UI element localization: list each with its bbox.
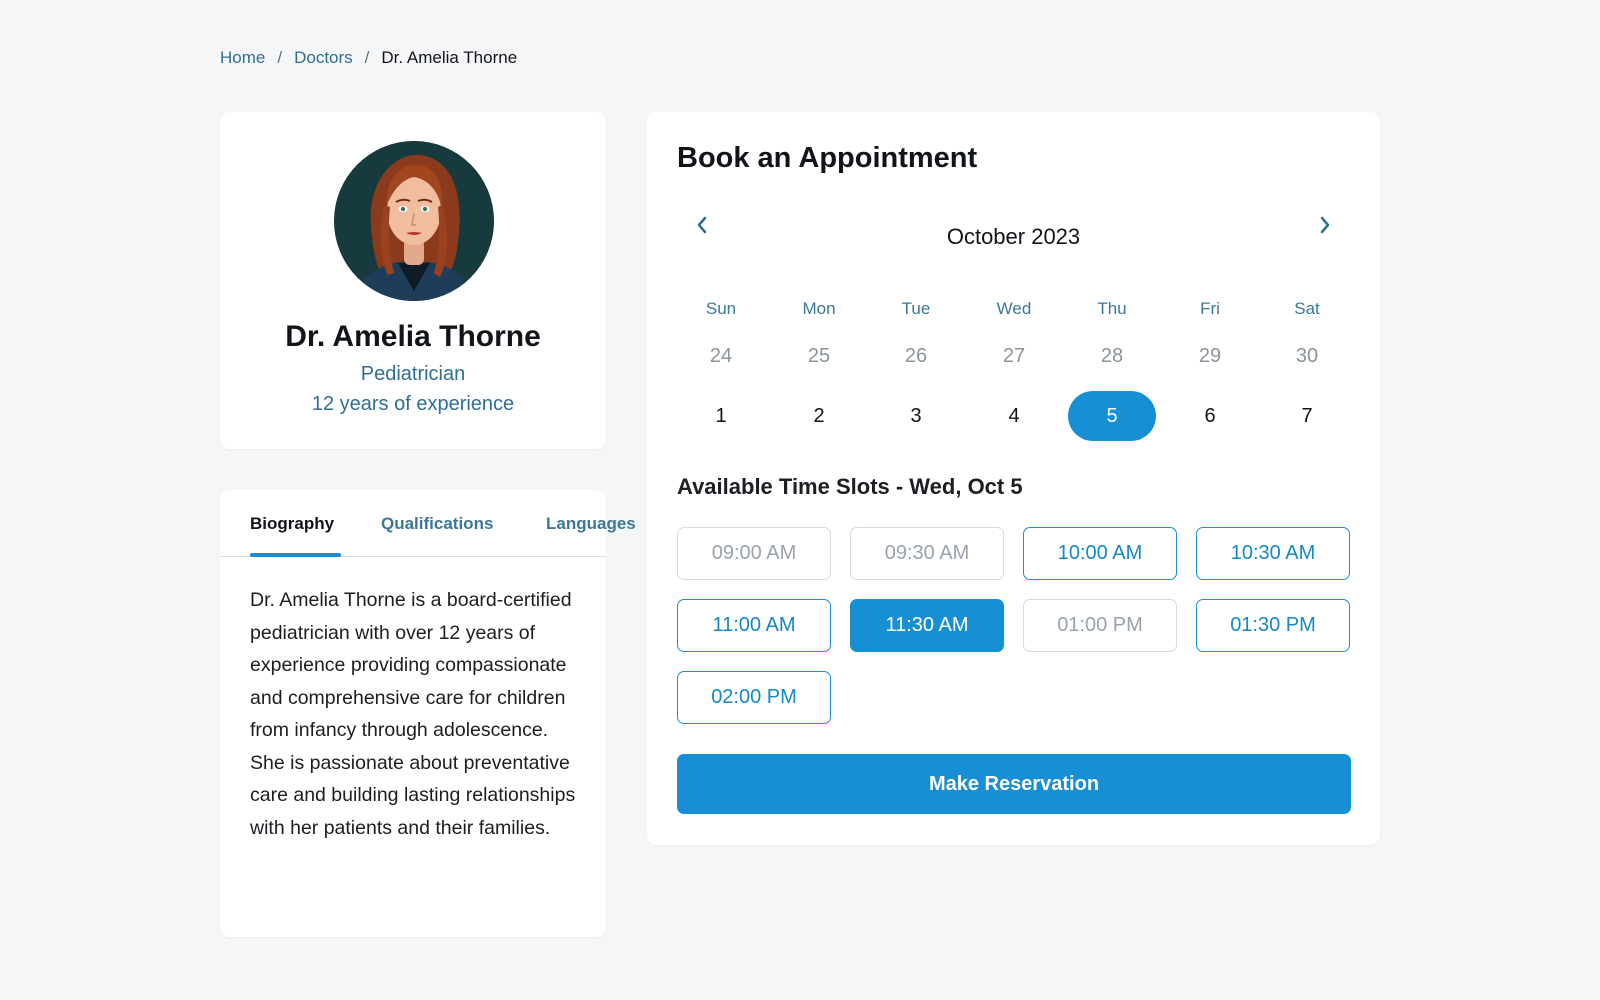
time-slot-unavailable: 09:30 AM — [850, 527, 1004, 580]
calendar-day[interactable]: 1 — [677, 391, 765, 441]
calendar-day-selected[interactable]: 5 — [1068, 391, 1156, 441]
breadcrumb-current: Dr. Amelia Thorne — [381, 48, 518, 67]
calendar-day[interactable]: 6 — [1166, 391, 1254, 441]
weekday-label: Tue — [901, 299, 931, 318]
booking-title: Book an Appointment — [677, 142, 978, 174]
calendar-day-outside-month: 28 — [1100, 345, 1124, 367]
calendar-day[interactable]: 2 — [775, 391, 863, 441]
next-month-button[interactable] — [1310, 210, 1340, 240]
breadcrumb-doctors-link[interactable]: Doctors — [294, 48, 353, 68]
doctor-experience: 12 years of experience — [311, 393, 515, 415]
booking-card: Book an Appointment October 2023 Sun Mon… — [647, 112, 1380, 845]
weekday-label: Sat — [1294, 299, 1320, 318]
time-slot-selected[interactable]: 11:30 AM — [850, 599, 1004, 652]
time-slot[interactable]: 10:00 AM — [1023, 527, 1177, 580]
breadcrumb-home-link[interactable]: Home — [220, 48, 265, 68]
calendar-day[interactable]: 3 — [872, 391, 960, 441]
time-slot-unavailable: 01:00 PM — [1023, 599, 1177, 652]
calendar-day-outside-month: 25 — [807, 345, 831, 367]
weekday-label: Wed — [996, 299, 1032, 318]
tab-qualifications[interactable]: Qualifications — [381, 514, 493, 534]
time-slot[interactable]: 01:30 PM — [1196, 599, 1350, 652]
breadcrumb-separator: / — [364, 48, 370, 67]
weekday-label: Thu — [1097, 299, 1127, 318]
time-slot[interactable]: 10:30 AM — [1196, 527, 1350, 580]
doctor-specialty: Pediatrician — [360, 363, 466, 385]
calendar-day[interactable]: 4 — [970, 391, 1058, 441]
time-slots-title: Available Time Slots - Wed, Oct 5 — [677, 474, 1023, 499]
chevron-right-icon — [1320, 216, 1330, 234]
calendar-day-outside-month: 26 — [904, 345, 928, 367]
calendar-day-outside-month: 27 — [1002, 345, 1026, 367]
make-reservation-button[interactable]: Make Reservation — [677, 754, 1351, 814]
weekday-label: Fri — [1200, 299, 1220, 318]
tab-biography[interactable]: Biography — [250, 514, 334, 534]
time-slot[interactable]: 02:00 PM — [677, 671, 831, 724]
calendar-day[interactable]: 7 — [1263, 391, 1351, 441]
calendar-month-label: October 2023 — [946, 224, 1081, 249]
time-slot[interactable]: 11:00 AM — [677, 599, 831, 652]
tab-languages[interactable]: Languages — [546, 514, 636, 534]
calendar-day-outside-month: 29 — [1198, 345, 1222, 367]
biography-text: Dr. Amelia Thorne is a board-certified p… — [250, 589, 576, 839]
doctor-portrait-icon — [334, 141, 494, 301]
doctor-name: Dr. Amelia Thorne — [285, 320, 541, 353]
weekday-label: Sun — [705, 299, 737, 318]
breadcrumb: Home / Doctors / Dr. Amelia Thorne — [220, 48, 517, 68]
weekday-label: Mon — [802, 299, 836, 318]
doctor-profile-card: Dr. Amelia Thorne Pediatrician 12 years … — [220, 112, 606, 449]
calendar-day-outside-month: 24 — [709, 345, 733, 367]
time-slot-unavailable: 09:00 AM — [677, 527, 831, 580]
breadcrumb-separator: / — [277, 48, 283, 67]
avatar — [334, 141, 494, 301]
active-tab-indicator — [250, 553, 341, 557]
info-tabs: Biography Qualifications Languages — [220, 490, 636, 557]
calendar-day-outside-month: 30 — [1295, 345, 1319, 367]
doctor-info-card: Biography Qualifications Languages Dr. A… — [220, 490, 636, 937]
